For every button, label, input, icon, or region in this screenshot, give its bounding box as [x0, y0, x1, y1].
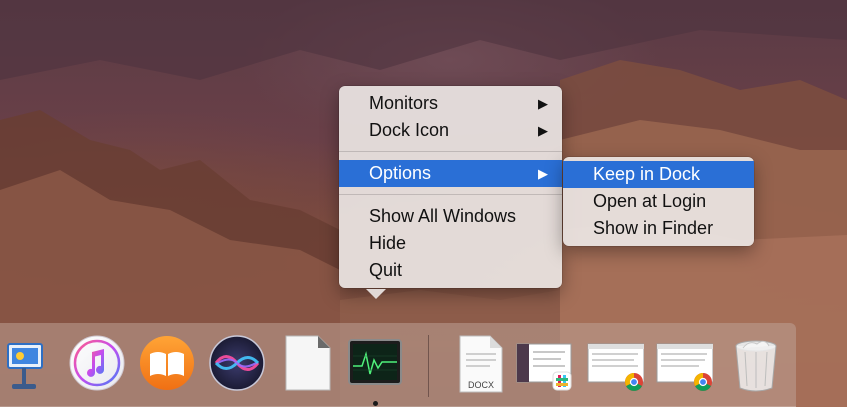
menu-item-hide[interactable]: Hide — [339, 230, 562, 257]
menu-item-label: Show in Finder — [593, 218, 714, 238]
menu-item-monitors[interactable]: Monitors ▶ — [339, 90, 562, 117]
menu-item-label: Open at Login — [593, 191, 707, 211]
menu-separator — [339, 151, 562, 152]
menu-item-label: Quit — [369, 260, 403, 280]
menu-item-quit[interactable]: Quit — [339, 257, 562, 284]
submenu-arrow-icon: ▶ — [538, 123, 548, 138]
running-indicator — [373, 401, 378, 406]
menu-item-show-in-finder[interactable]: Show in Finder — [563, 215, 754, 242]
menu-item-options[interactable]: Options ▶ — [339, 160, 562, 187]
menu-item-show-all-windows[interactable]: Show All Windows — [339, 203, 562, 230]
dock-separator — [428, 335, 429, 397]
chrome-window-thumbnail-2[interactable] — [655, 332, 713, 394]
menu-item-label: Keep in Dock — [593, 164, 701, 184]
keynote-icon[interactable] — [0, 332, 58, 394]
menu-item-keep-in-dock[interactable]: Keep in Dock — [563, 161, 754, 188]
document-icon[interactable] — [278, 332, 336, 394]
menu-separator — [339, 194, 562, 195]
menu-item-open-at-login[interactable]: Open at Login — [563, 188, 754, 215]
menu-item-label: Hide — [369, 233, 407, 253]
options-submenu: Keep in Dock Open at Login Show in Finde… — [563, 157, 754, 246]
menu-item-label: Monitors — [369, 93, 439, 113]
menu-item-dock-icon[interactable]: Dock Icon ▶ — [339, 117, 562, 144]
docx-file-label: DOCX — [467, 380, 494, 390]
itunes-icon[interactable] — [68, 332, 126, 394]
menu-item-label: Show All Windows — [369, 206, 517, 226]
menu-item-label: Options — [369, 163, 432, 183]
chrome-window-thumbnail-1[interactable] — [586, 332, 644, 394]
trash-icon[interactable] — [727, 332, 785, 394]
ibooks-icon[interactable] — [138, 332, 196, 394]
menu-pointer-tail — [366, 289, 386, 299]
dock-context-menu: Monitors ▶ Dock Icon ▶ Options ▶ Show Al… — [339, 86, 562, 288]
slack-window-thumbnail[interactable] — [515, 332, 573, 394]
activity-monitor-icon[interactable] — [346, 332, 404, 394]
submenu-arrow-icon: ▶ — [538, 96, 548, 111]
siri-icon[interactable] — [208, 332, 266, 394]
submenu-arrow-icon: ▶ — [538, 166, 548, 181]
menu-item-label: Dock Icon — [369, 120, 450, 140]
